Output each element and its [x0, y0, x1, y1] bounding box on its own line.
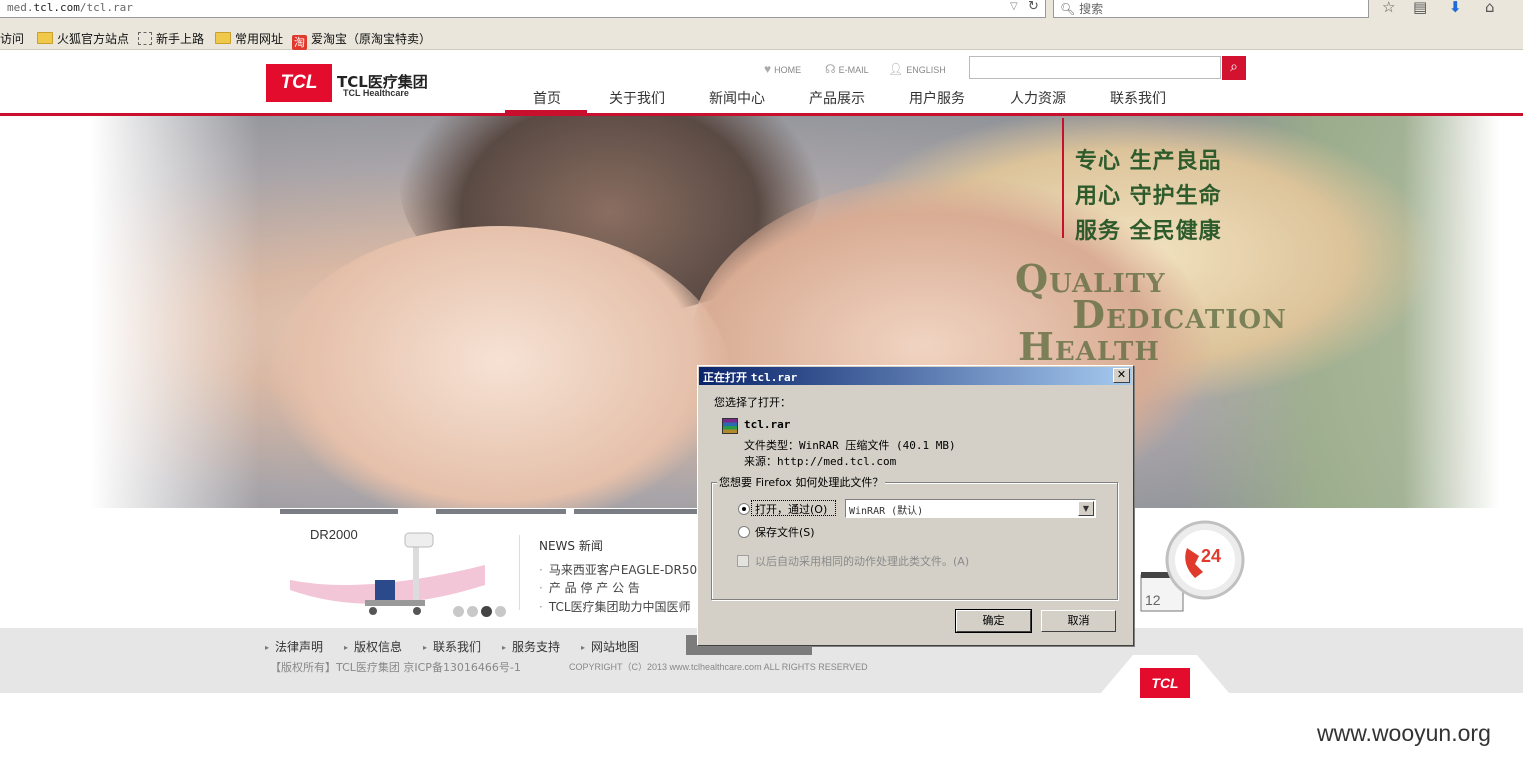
auto-action-label[interactable]: 以后自动采用相同的动作处理此类文件。(A) — [755, 553, 969, 569]
carousel-dot-active[interactable] — [481, 606, 492, 617]
file-type: 文件类型：WinRAR 压缩文件 (40.1 MB) — [744, 439, 956, 452]
copyright-cn: 【版权所有】TCL医疗集团 京ICP备13016466号-1 — [270, 661, 521, 674]
close-icon: ✕ — [1116, 368, 1127, 381]
svg-text:24: 24 — [1201, 546, 1221, 566]
heart-icon: ♥ — [764, 62, 772, 76]
search-icon: ⌕ — [1230, 59, 1238, 75]
home-icon[interactable]: ⌂ — [1485, 0, 1495, 16]
slogan-line: 用心 守护生命 — [1075, 184, 1222, 209]
open-with-label[interactable]: 打开，通过(O) — [755, 501, 827, 517]
nav-item-hr[interactable]: 人力资源 — [1010, 88, 1066, 108]
footer-link-contact[interactable]: 联系我们 — [423, 638, 481, 655]
news-item[interactable]: 产 品 停 产 公 告 — [539, 579, 640, 596]
product-label: DR2000 — [310, 527, 358, 542]
auto-action-checkbox[interactable] — [737, 555, 749, 567]
search-icon: 🔍︎ — [1060, 2, 1076, 16]
footer-tcl-logo[interactable]: TCL — [1140, 668, 1190, 698]
file-name: tcl.rar — [744, 418, 791, 431]
dialog-close-button[interactable]: ✕ — [1113, 368, 1130, 383]
news-heading: NEWS 新闻 — [539, 539, 603, 553]
bookmark-item[interactable]: 访问 — [0, 30, 24, 47]
cancel-button[interactable]: 取消 — [1041, 610, 1116, 632]
chosen-label: 您选择了打开： — [714, 396, 791, 409]
site-search-button[interactable]: ⌕ — [1222, 56, 1246, 80]
save-file-label[interactable]: 保存文件(S) — [755, 524, 815, 540]
bookmark-item[interactable]: 常用网址 — [215, 30, 283, 47]
bookmark-star-icon[interactable]: ☆ — [1382, 0, 1395, 16]
news-item[interactable]: 马来西亚客户EAGLE-DR50 — [539, 561, 697, 578]
nav-item-home[interactable]: 首页 — [533, 88, 561, 108]
watermark: www.wooyun.org — [1317, 720, 1491, 746]
winrar-file-icon — [722, 418, 738, 434]
folder-icon — [37, 32, 53, 44]
english-link[interactable]: 👤︎ ENGLISH — [888, 62, 946, 76]
chevron-down-icon[interactable]: ▼ — [1078, 501, 1094, 516]
footer-link-sitemap[interactable]: 网站地图 — [581, 638, 639, 655]
tcl-logo[interactable]: TCL — [266, 64, 332, 102]
url-history-dropdown-icon[interactable]: ▽ — [1010, 1, 1018, 12]
footer-link-legal[interactable]: 法律声明 — [265, 638, 323, 655]
ok-button[interactable]: 确定 — [955, 609, 1032, 633]
bookmark-item[interactable]: 火狐官方站点 — [37, 30, 129, 47]
open-with-select[interactable]: WinRAR (默认) — [845, 499, 1096, 518]
logo-subtitle: TCL Healthcare — [343, 88, 409, 98]
nav-item-service[interactable]: 用户服务 — [909, 88, 965, 108]
browser-search-input[interactable]: 🔍︎ 搜索 — [1053, 0, 1369, 18]
url-input[interactable]: med.tcl.com/tcl.rar — [0, 0, 1046, 18]
bookmarks-menu-icon[interactable]: ▤ — [1413, 0, 1427, 16]
file-source: 来源：http://med.tcl.com — [744, 455, 897, 468]
dialog-title: 正在打开 tcl.rar — [699, 367, 1132, 385]
copyright-en: COPYRIGHT（C）2013 www.tclhealthcare.com A… — [569, 662, 868, 672]
footer-link-copyright[interactable]: 版权信息 — [344, 638, 402, 655]
news-item[interactable]: TCL医疗集团助力中国医师 — [539, 598, 691, 615]
svg-text:12: 12 — [1145, 592, 1161, 608]
nav-item-products[interactable]: 产品展示 — [809, 88, 865, 108]
folder-icon — [215, 32, 231, 44]
footer-link-support[interactable]: 服务支持 — [502, 638, 560, 655]
download-icon[interactable]: ⬇ — [1449, 0, 1462, 16]
hero-word-health: HEALTH — [1018, 324, 1160, 369]
email-link[interactable]: ☊ E-MAIL — [825, 62, 869, 76]
headset-icon: ☊ — [825, 62, 836, 76]
taobao-icon: 淘 — [292, 35, 307, 50]
site-search-input[interactable] — [969, 56, 1221, 79]
nav-item-contact[interactable]: 联系我们 — [1110, 88, 1166, 108]
action-question: 您想要 Firefox 如何处理此文件？ — [717, 474, 886, 490]
dashed-page-icon — [138, 32, 152, 45]
home-link[interactable]: ♥ HOME — [764, 62, 801, 76]
reload-icon[interactable]: ↻ — [1028, 0, 1039, 14]
carousel-dot[interactable] — [467, 606, 478, 617]
slogan-line: 专心 生产良品 — [1075, 149, 1222, 174]
slogan-divider — [1062, 118, 1064, 238]
nav-item-news[interactable]: 新闻中心 — [709, 88, 765, 108]
news-divider — [519, 535, 520, 610]
slogan-line: 服务 全民健康 — [1075, 219, 1222, 244]
open-with-radio[interactable] — [738, 503, 750, 515]
nav-item-about[interactable]: 关于我们 — [609, 88, 665, 108]
bookmark-item[interactable]: 淘爱淘宝（原淘宝特卖） — [292, 30, 431, 50]
bookmark-item[interactable]: 新手上路 — [138, 30, 204, 47]
carousel-dot[interactable] — [453, 606, 464, 617]
carousel-dot[interactable] — [495, 606, 506, 617]
save-file-radio[interactable] — [738, 526, 750, 538]
user-icon: 👤︎ — [888, 62, 904, 76]
24h-service-icon[interactable]: 12 24 — [1135, 520, 1247, 615]
